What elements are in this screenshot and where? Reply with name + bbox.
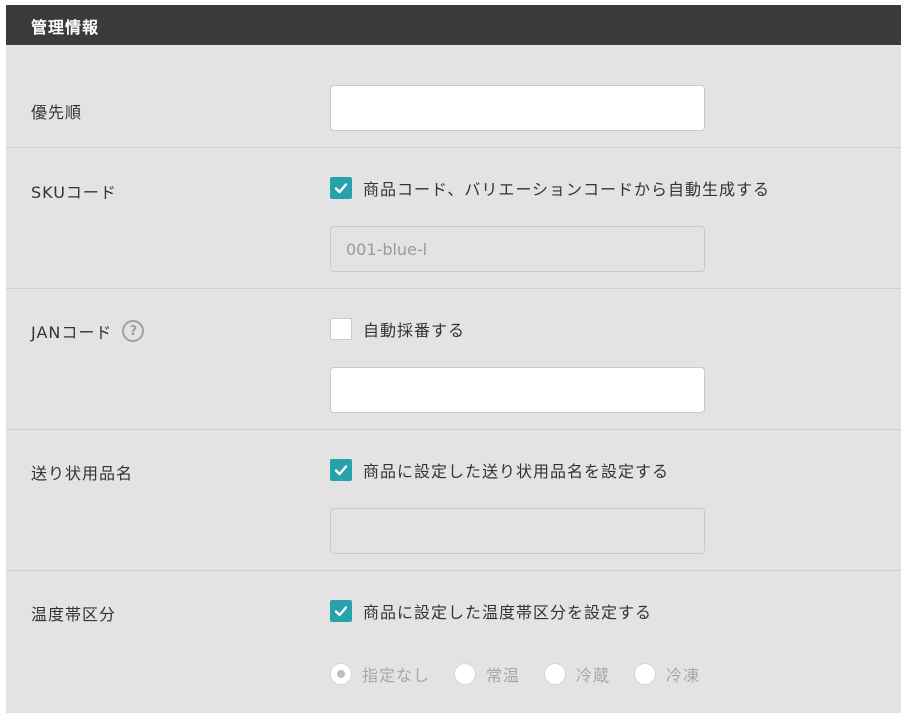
temperature-checkbox[interactable] [330,600,352,622]
section-title: 管理情報 [31,18,100,37]
shipping-name-checkbox-label: 商品に設定した送り状用品名を設定する [363,462,670,481]
question-circle-icon[interactable]: ? [122,320,145,342]
priority-input[interactable] [330,85,705,131]
jan-input[interactable] [330,367,705,413]
shipping-name-input[interactable] [330,508,705,554]
radio-label: 冷蔵 [576,666,611,685]
radio-button[interactable] [454,663,477,685]
temperature-label: 温度帯区分 [31,601,116,625]
jan-auto-number-checkbox[interactable] [330,318,352,340]
radio-option-room-temp[interactable]: 常温 [454,662,520,686]
shipping-name-option[interactable]: 商品に設定した送り状用品名を設定する [330,458,669,482]
shipping-name-checkbox[interactable] [330,459,352,481]
jan-label: JANコード ? [31,319,145,343]
section-header: 管理情報 [6,5,901,45]
row-divider [6,147,901,148]
radio-option-chilled[interactable]: 冷蔵 [544,662,610,686]
radio-option-none[interactable]: 指定なし [330,662,430,686]
row-divider [6,429,901,430]
sku-auto-generate-label: 商品コード、バリエーションコードから自動生成する [363,180,771,199]
management-info-panel: 管理情報 優先順 SKUコード 商品コード、バリエーションコードから自動生成する… [6,5,901,713]
radio-button[interactable] [330,663,352,685]
sku-label-text: SKUコード [31,183,117,202]
priority-label-text: 優先順 [31,103,83,122]
sku-auto-generate-checkbox[interactable] [330,177,352,199]
sku-input[interactable] [330,226,705,272]
radio-label: 指定なし [362,666,431,685]
checkmark-icon [334,606,348,617]
temperature-radio-group: 指定なし 常温 冷蔵 冷凍 [330,662,724,686]
checkmark-icon [334,465,348,476]
temperature-option[interactable]: 商品に設定した温度帯区分を設定する [330,599,652,623]
priority-label: 優先順 [31,99,82,123]
radio-option-frozen[interactable]: 冷凍 [634,662,700,686]
sku-auto-generate-option[interactable]: 商品コード、バリエーションコードから自動生成する [330,176,770,200]
row-divider [6,288,901,289]
shipping-name-label: 送り状用品名 [31,460,133,484]
sku-label: SKUコード [31,179,117,203]
radio-label: 常温 [486,666,521,685]
temperature-checkbox-label: 商品に設定した温度帯区分を設定する [363,603,653,622]
radio-button[interactable] [634,663,657,685]
jan-label-text: JANコード [31,323,113,342]
jan-auto-number-label: 自動採番する [363,321,466,340]
radio-button[interactable] [544,663,567,685]
radio-label: 冷凍 [666,666,701,685]
shipping-name-label-text: 送り状用品名 [31,464,134,483]
temperature-label-text: 温度帯区分 [31,605,117,624]
checkmark-icon [334,183,348,194]
row-divider [6,570,901,571]
jan-auto-number-option[interactable]: 自動採番する [330,317,465,341]
radio-selected-dot [337,670,345,678]
